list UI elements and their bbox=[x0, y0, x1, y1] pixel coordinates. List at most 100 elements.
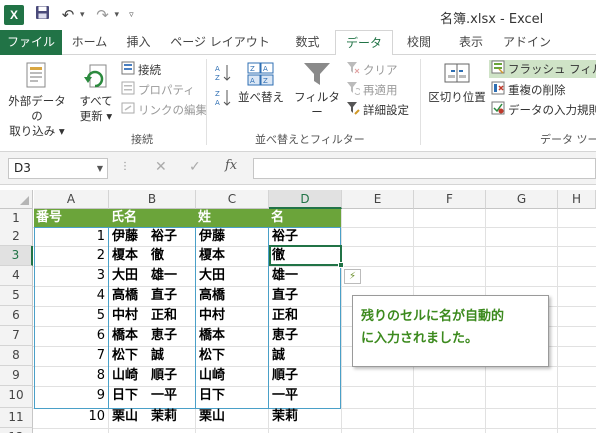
header-cell-fullname[interactable]: 氏名 bbox=[111, 208, 191, 228]
table-cell[interactable]: 中村 正和 bbox=[110, 306, 195, 326]
row-header-5[interactable]: 5 bbox=[0, 286, 33, 306]
row-header-9[interactable]: 9 bbox=[0, 366, 33, 386]
table-cell[interactable]: 4 bbox=[34, 286, 108, 306]
connections-button[interactable]: 接続 bbox=[121, 61, 161, 79]
select-all-corner[interactable] bbox=[0, 190, 33, 209]
column-header-b[interactable]: B bbox=[109, 190, 196, 209]
name-box-dropdown-icon[interactable]: ▼ bbox=[97, 159, 103, 178]
table-cell[interactable]: 高橋 直子 bbox=[110, 286, 195, 306]
column-header-f[interactable]: F bbox=[414, 190, 486, 209]
table-cell[interactable]: 誠 bbox=[270, 346, 341, 366]
table-cell[interactable]: 1 bbox=[34, 227, 108, 247]
table-cell[interactable]: 栗山 bbox=[197, 407, 268, 427]
table-cell[interactable]: 大田 雄一 bbox=[110, 266, 195, 286]
insert-function-icon[interactable]: fx bbox=[225, 158, 237, 173]
table-cell[interactable]: 中村 bbox=[197, 306, 268, 326]
header-cell-number[interactable]: 番号 bbox=[36, 208, 106, 228]
flash-fill-options-icon[interactable]: ⚡ bbox=[344, 269, 361, 284]
row-header-3[interactable]: 3 bbox=[0, 246, 33, 266]
row-header-6[interactable]: 6 bbox=[0, 306, 33, 326]
table-cell[interactable]: 松下 誠 bbox=[110, 346, 195, 366]
fill-handle[interactable] bbox=[338, 262, 344, 268]
table-cell[interactable]: 栗山 茉莉 bbox=[110, 407, 195, 427]
row-header-4[interactable]: 4 bbox=[0, 266, 33, 286]
table-cell[interactable]: 7 bbox=[34, 346, 108, 366]
customize-toolbar-icon[interactable]: ▿ bbox=[129, 10, 134, 20]
get-external-data-button[interactable]: 外部データの 取り込み ▾ bbox=[4, 61, 70, 139]
table-cell[interactable]: 山崎 bbox=[197, 366, 268, 386]
table-cell[interactable]: 一平 bbox=[270, 386, 341, 406]
undo-dropdown-icon[interactable]: ▾ bbox=[80, 10, 85, 20]
table-cell[interactable]: 3 bbox=[34, 266, 108, 286]
table-cell[interactable]: 順子 bbox=[270, 366, 341, 386]
row-header-2[interactable]: 2 bbox=[0, 227, 33, 246]
enter-icon[interactable]: ✓ bbox=[189, 159, 201, 175]
tab-page-layout[interactable]: ページ レイアウト bbox=[160, 30, 280, 55]
table-cell[interactable]: 恵子 bbox=[270, 326, 341, 346]
filter-button[interactable]: フィルター bbox=[292, 61, 342, 120]
table-cell[interactable]: 高橋 bbox=[197, 286, 268, 306]
redo-dropdown-icon[interactable]: ▾ bbox=[115, 10, 120, 20]
sort-button[interactable]: ZAAZ 並べ替え bbox=[236, 61, 286, 105]
remove-duplicates-button[interactable]: 重複の削除 bbox=[491, 81, 566, 99]
header-cell-given-name[interactable]: 名 bbox=[271, 208, 339, 228]
column-header-a[interactable]: A bbox=[34, 190, 109, 209]
row-header-8[interactable]: 8 bbox=[0, 346, 33, 366]
tab-file[interactable]: ファイル bbox=[0, 30, 62, 55]
column-header-g[interactable]: G bbox=[486, 190, 558, 209]
table-cell[interactable]: 6 bbox=[34, 326, 108, 346]
table-cell[interactable]: 8 bbox=[34, 366, 108, 386]
column-header-d[interactable]: D bbox=[269, 190, 342, 209]
refresh-all-button[interactable]: すべて 更新 ▾ bbox=[76, 61, 116, 124]
table-cell[interactable]: 9 bbox=[34, 386, 108, 406]
tab-view[interactable]: 表示 bbox=[445, 30, 497, 55]
header-cell-surname[interactable]: 姓 bbox=[198, 208, 266, 228]
table-cell[interactable]: 10 bbox=[34, 407, 108, 427]
table-cell[interactable]: 日下 bbox=[197, 386, 268, 406]
formula-input[interactable] bbox=[253, 158, 596, 179]
tab-review[interactable]: 校閲 bbox=[393, 30, 445, 55]
table-cell[interactable]: 雄一 bbox=[270, 266, 341, 286]
edit-links-button[interactable]: リンクの編集 bbox=[121, 101, 207, 119]
undo-icon[interactable]: ↶ bbox=[60, 5, 76, 25]
row-header-7[interactable]: 7 bbox=[0, 326, 33, 346]
properties-button[interactable]: プロパティ bbox=[121, 81, 195, 99]
table-cell[interactable]: 伊藤 bbox=[197, 227, 268, 247]
tab-home[interactable]: ホーム bbox=[62, 30, 117, 55]
row-header-11[interactable]: 11 bbox=[0, 408, 33, 428]
table-cell[interactable]: 橋本 恵子 bbox=[110, 326, 195, 346]
table-cell[interactable]: 榎本 徹 bbox=[110, 246, 195, 266]
tab-data[interactable]: データ bbox=[335, 30, 393, 56]
flash-fill-button[interactable]: フラッシュ フィル bbox=[489, 60, 596, 78]
column-header-e[interactable]: E bbox=[342, 190, 414, 209]
name-box[interactable]: D3 ▼ bbox=[8, 158, 108, 179]
row-header-12[interactable]: 12 bbox=[0, 428, 33, 433]
row-header-10[interactable]: 10 bbox=[0, 386, 33, 408]
table-cell[interactable]: 裕子 bbox=[270, 227, 341, 247]
table-cell[interactable]: 日下 一平 bbox=[110, 386, 195, 406]
excel-logo-icon[interactable]: X bbox=[4, 5, 24, 25]
clear-filter-button[interactable]: クリア bbox=[346, 61, 398, 79]
formula-bar-splitter-icon[interactable]: ⋮ bbox=[120, 161, 130, 172]
cancel-icon[interactable]: ✕ bbox=[155, 159, 167, 175]
table-cell[interactable]: 山崎 順子 bbox=[110, 366, 195, 386]
tab-addins[interactable]: アドイン bbox=[497, 30, 557, 55]
text-to-columns-button[interactable]: 区切り位置 bbox=[426, 61, 488, 105]
data-validation-button[interactable]: データの入力規則 bbox=[491, 101, 596, 119]
column-header-c[interactable]: C bbox=[196, 190, 269, 209]
table-cell[interactable]: 直子 bbox=[270, 286, 341, 306]
row-header-1[interactable]: 1 bbox=[0, 209, 33, 228]
table-cell[interactable]: 正和 bbox=[270, 306, 341, 326]
table-cell[interactable]: 茉莉 bbox=[270, 407, 341, 427]
table-cell[interactable]: 伊藤 裕子 bbox=[110, 227, 195, 247]
sort-descending-button[interactable]: ZA bbox=[214, 88, 232, 112]
tab-formulas[interactable]: 数式 bbox=[280, 30, 335, 55]
table-cell[interactable]: 松下 bbox=[197, 346, 268, 366]
table-cell[interactable]: 大田 bbox=[197, 266, 268, 286]
tab-insert[interactable]: 挿入 bbox=[117, 30, 160, 55]
column-header-h[interactable]: H bbox=[558, 190, 596, 209]
reapply-button[interactable]: 再適用 bbox=[346, 81, 398, 99]
save-icon[interactable] bbox=[34, 5, 50, 25]
redo-icon[interactable]: ↷ bbox=[95, 5, 111, 25]
sort-ascending-button[interactable]: AZ bbox=[214, 63, 232, 87]
